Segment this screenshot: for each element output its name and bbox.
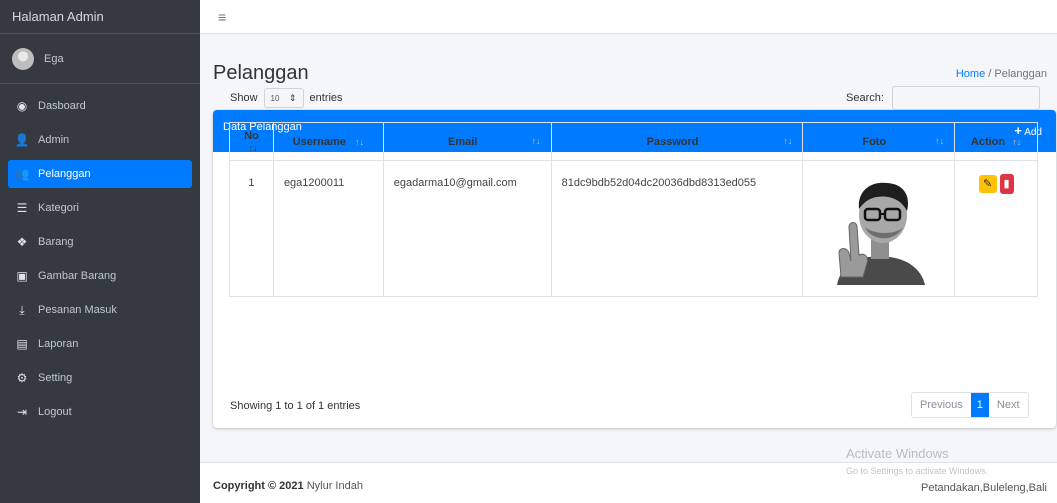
column-header-email[interactable]: Email ↑↓ bbox=[382, 122, 552, 161]
download-icon: ⤓ bbox=[19, 302, 25, 317]
sidebar-item-setting[interactable]: ⚙ Setting bbox=[8, 364, 192, 392]
sidebar-item-label: Barang bbox=[38, 236, 74, 248]
brand-title[interactable]: Halaman Admin bbox=[0, 0, 200, 34]
sidebar-item-laporan[interactable]: ▤ Laporan bbox=[8, 330, 192, 358]
cell-action: ✎ ▮ bbox=[954, 160, 1038, 297]
sidebar-item-label: Setting bbox=[38, 372, 73, 384]
search-control: Search: bbox=[846, 86, 1040, 110]
cell-username: ega1200011 bbox=[272, 160, 384, 297]
column-header-username[interactable]: Username ↑↓ bbox=[272, 122, 384, 161]
show-label: Show bbox=[230, 92, 258, 104]
breadcrumb-separator: / bbox=[988, 68, 992, 80]
cell-foto bbox=[802, 160, 956, 297]
customer-photo bbox=[826, 167, 931, 285]
pagination: Previous 1 Next bbox=[911, 392, 1029, 418]
page-1-button[interactable]: 1 bbox=[970, 393, 989, 417]
logout-icon: ⇥ bbox=[16, 405, 28, 419]
search-label: Search: bbox=[846, 92, 884, 104]
user-panel[interactable]: Ega bbox=[0, 34, 200, 84]
sidebar-item-label: Pelanggan bbox=[38, 168, 91, 180]
entries-control: Show 10 ⇕ entries bbox=[230, 88, 343, 108]
copyright: Copyright © 2021 Nylur Indah bbox=[213, 480, 363, 492]
sidebar-item-label: Kategori bbox=[38, 202, 79, 214]
activate-windows-title: Activate Windows bbox=[846, 446, 949, 461]
column-header-no[interactable]: No ↑↓ bbox=[229, 122, 274, 161]
sort-icon: ↑↓ bbox=[783, 135, 793, 146]
sidebar-item-dasboard[interactable]: ◉ Dasboard bbox=[8, 92, 192, 120]
user-name[interactable]: Ega bbox=[44, 53, 64, 65]
entries-select[interactable]: 10 ⇕ bbox=[263, 88, 304, 108]
sidebar-item-pelanggan[interactable]: 👥 Pelanggan bbox=[8, 160, 192, 188]
sidebar-item-label: Dasboard bbox=[38, 100, 86, 112]
copyright-prefix: Copyright © 2021 bbox=[213, 480, 304, 492]
dashboard-icon: ◉ bbox=[16, 99, 28, 113]
cell-password: 81dc9bdb52d04dc20036dbd8313ed055 bbox=[550, 160, 804, 297]
sort-icon: ↑↓ bbox=[1012, 136, 1022, 147]
sidebar-item-label: Admin bbox=[38, 134, 70, 146]
sidebar-item-kategori[interactable]: ☰ Kategori bbox=[8, 194, 192, 222]
table-row: 1 ega1200011 egadarma10@gmail.com 81dc9b… bbox=[229, 160, 1038, 297]
data-table: No ↑↓ Username ↑↓ Email ↑↓ Password ↑↓ F… bbox=[229, 122, 1038, 297]
table-header-row: No ↑↓ Username ↑↓ Email ↑↓ Password ↑↓ F… bbox=[229, 122, 1038, 161]
previous-button[interactable]: Previous bbox=[912, 393, 971, 417]
edit-icon: ✎ bbox=[982, 178, 993, 190]
entries-label: entries bbox=[309, 92, 343, 104]
users-icon: 👥 bbox=[14, 167, 30, 181]
sidebar-item-label: Pesanan Masuk bbox=[38, 304, 117, 316]
sidebar: Halaman Admin Ega ◉ Dasboard 👤 Admin 👥 P… bbox=[0, 0, 200, 503]
edit-button[interactable]: ✎ bbox=[978, 175, 997, 193]
file-icon: ▤ bbox=[16, 337, 28, 351]
sidebar-nav: ◉ Dasboard 👤 Admin 👥 Pelanggan ☰ Kategor… bbox=[0, 84, 200, 440]
entries-select-value: 10 bbox=[270, 93, 280, 103]
user-icon: 👤 bbox=[14, 133, 30, 147]
box-icon: ❖ bbox=[16, 235, 28, 249]
sidebar-item-gambar-barang[interactable]: ▣ Gambar Barang bbox=[8, 262, 192, 290]
menu-toggle-icon[interactable]: ≡ bbox=[218, 9, 226, 25]
next-button[interactable]: Next bbox=[989, 393, 1028, 417]
sidebar-item-admin[interactable]: 👤 Admin bbox=[8, 126, 192, 154]
sidebar-item-label: Logout bbox=[38, 406, 72, 418]
list-icon: ☰ bbox=[16, 201, 28, 215]
topbar: ≡ bbox=[200, 0, 1057, 34]
sidebar-item-label: Gambar Barang bbox=[38, 270, 117, 282]
activate-windows-subtitle: Go to Settings to activate Windows. bbox=[846, 466, 989, 476]
sidebar-item-label: Laporan bbox=[38, 338, 79, 350]
sidebar-item-pesanan-masuk[interactable]: ⤓ Pesanan Masuk bbox=[8, 296, 192, 324]
column-header-foto[interactable]: Foto ↑↓ bbox=[802, 122, 956, 161]
gear-icon: ⚙ bbox=[16, 371, 28, 385]
trash-icon: ▮ bbox=[1003, 178, 1010, 190]
search-input[interactable] bbox=[891, 86, 1040, 110]
footer-location: Petandakan,Buleleng,Bali bbox=[921, 482, 1047, 494]
breadcrumb: Home / Pelanggan bbox=[956, 68, 1047, 80]
column-header-password[interactable]: Password ↑↓ bbox=[550, 122, 804, 161]
table-info: Showing 1 to 1 of 1 entries bbox=[230, 400, 361, 412]
column-header-action[interactable]: Action ↑↓ bbox=[954, 122, 1038, 161]
sort-icon: ↑↓ bbox=[354, 136, 364, 147]
page-title: Pelanggan bbox=[213, 62, 309, 84]
updown-icon: ⇕ bbox=[288, 92, 297, 103]
cell-email: egadarma10@gmail.com bbox=[382, 160, 552, 297]
image-icon: ▣ bbox=[16, 269, 28, 283]
breadcrumb-current: Pelanggan bbox=[994, 68, 1047, 80]
sort-icon: ↑↓ bbox=[935, 135, 945, 146]
sort-icon: ↑↓ bbox=[248, 142, 258, 153]
sidebar-item-logout[interactable]: ⇥ Logout bbox=[8, 398, 192, 426]
breadcrumb-home-link[interactable]: Home bbox=[956, 68, 985, 80]
delete-button[interactable]: ▮ bbox=[999, 174, 1014, 194]
avatar bbox=[12, 47, 34, 70]
author-link[interactable]: Nylur Indah bbox=[307, 480, 363, 492]
sort-icon: ↑↓ bbox=[531, 135, 541, 146]
sidebar-item-barang[interactable]: ❖ Barang bbox=[8, 228, 192, 256]
cell-no: 1 bbox=[229, 160, 274, 297]
